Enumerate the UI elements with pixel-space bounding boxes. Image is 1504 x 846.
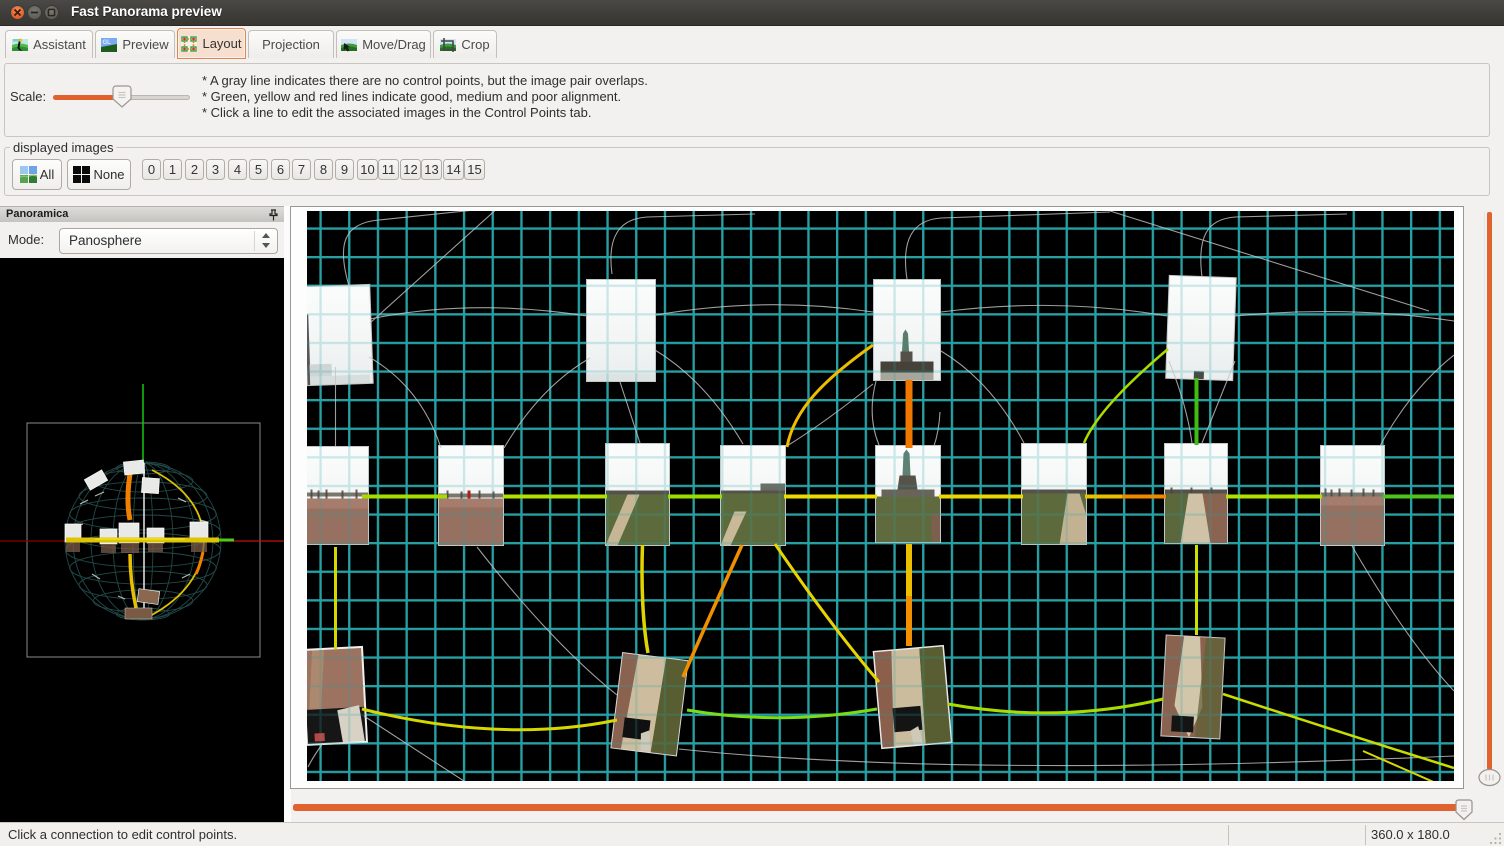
svg-text:GL: GL [103, 40, 112, 46]
